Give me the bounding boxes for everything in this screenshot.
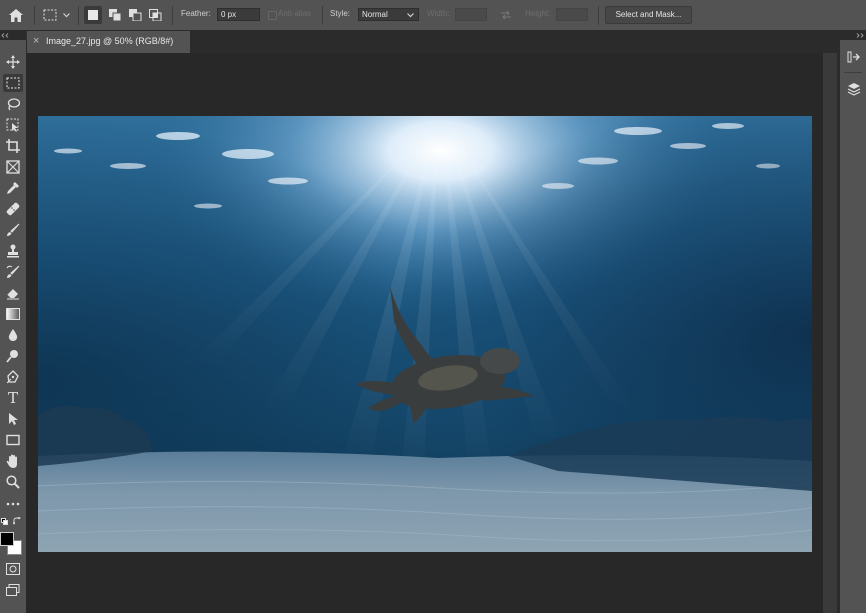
path-select-icon: [9, 413, 18, 425]
tool-preset-picker[interactable]: [40, 6, 72, 24]
eyedropper-icon: [7, 182, 19, 194]
width-input[interactable]: [455, 8, 487, 21]
select-and-mask-button[interactable]: Select and Mask...: [605, 6, 692, 24]
new-selection-button[interactable]: [84, 6, 102, 24]
pen-icon: [6, 370, 19, 384]
new-selection-icon: [88, 10, 98, 20]
foreground-color-swatch[interactable]: [0, 532, 14, 546]
rectangle-tool[interactable]: [3, 431, 23, 449]
style-label: Style:: [330, 9, 351, 18]
home-icon: [9, 8, 23, 22]
zoom-tool[interactable]: [3, 473, 23, 491]
blur-icon: [8, 329, 18, 341]
eraser-icon: [6, 289, 19, 300]
style-select-value: Normal: [362, 10, 388, 19]
width-label: Width:: [427, 9, 450, 18]
document-image[interactable]: [38, 116, 812, 552]
move-icon: [6, 55, 20, 69]
history-brush-icon: [6, 265, 20, 278]
more-tools-button[interactable]: [3, 495, 23, 513]
more-tools-icon: [6, 502, 20, 506]
frame-tool[interactable]: [3, 158, 23, 176]
object-select-icon: [6, 118, 19, 132]
crop-tool[interactable]: [3, 137, 23, 155]
type-tool[interactable]: T: [3, 389, 23, 407]
collapse-arrows-icon[interactable]: [856, 33, 864, 38]
hand-tool[interactable]: [3, 452, 23, 470]
document-tab-title: Image_27.jpg @ 50% (RGB/8#): [46, 36, 174, 46]
underwater-turtle-photo: [38, 116, 812, 552]
anti-alias-label: Anti-alias: [278, 9, 311, 18]
chevron-down-icon: [407, 13, 414, 18]
document-tab[interactable]: × Image_27.jpg @ 50% (RGB/8#): [27, 31, 190, 53]
collapsed-panels: [840, 40, 866, 613]
feather-input[interactable]: 0 px: [217, 8, 260, 21]
swap-colors-icon[interactable]: [13, 517, 21, 525]
properties-panel-button[interactable]: [844, 80, 864, 98]
clone-stamp-tool[interactable]: [3, 242, 23, 260]
gradient-icon: [6, 308, 20, 320]
swap-arrows-icon: [501, 10, 511, 20]
frame-icon: [6, 160, 20, 174]
add-to-selection-button[interactable]: [106, 6, 124, 24]
healing-brush-tool[interactable]: [3, 200, 23, 218]
properties-icon: [847, 83, 861, 96]
move-tool[interactable]: [3, 53, 23, 71]
anti-alias-checkbox[interactable]: [268, 11, 277, 20]
object-select-tool[interactable]: [3, 116, 23, 134]
blur-tool[interactable]: [3, 326, 23, 344]
style-select[interactable]: Normal: [358, 8, 419, 21]
clone-stamp-icon: [7, 244, 19, 258]
gradient-tool[interactable]: [3, 305, 23, 323]
history-panel-button[interactable]: [844, 48, 864, 66]
history-brush-tool[interactable]: [3, 263, 23, 281]
tools-panel: T: [0, 40, 27, 613]
marquee-tool[interactable]: [3, 74, 23, 92]
type-icon: T: [7, 389, 18, 407]
dodge-tool[interactable]: [3, 347, 23, 365]
subtract-from-selection-button[interactable]: [126, 6, 144, 24]
feather-label: Feather:: [181, 9, 211, 18]
zoom-icon: [6, 475, 20, 489]
path-selection-tool[interactable]: [3, 410, 23, 428]
dodge-icon: [6, 350, 18, 363]
options-bar: Feather: 0 px Anti-alias Style: Normal W…: [0, 0, 866, 31]
subtract-from-selection-icon: [129, 9, 142, 21]
rectangle-icon: [6, 434, 20, 446]
hand-icon: [6, 454, 17, 468]
quick-mask-button[interactable]: [3, 560, 23, 578]
vertical-scrollbar[interactable]: [823, 53, 837, 613]
lasso-icon: [7, 98, 20, 111]
collapse-arrows-icon[interactable]: [1, 33, 9, 38]
crop-icon: [6, 139, 20, 153]
home-button[interactable]: [6, 6, 26, 24]
lasso-tool[interactable]: [3, 95, 23, 113]
eyedropper-tool[interactable]: [3, 179, 23, 197]
screen-mode-button[interactable]: [3, 581, 23, 599]
healing-brush-icon: [6, 202, 20, 216]
close-tab-icon[interactable]: ×: [33, 35, 39, 47]
brush-icon: [7, 223, 20, 236]
add-to-selection-icon: [109, 9, 122, 21]
select-and-mask-label: Select and Mask...: [615, 10, 682, 19]
quick-mask-icon: [6, 563, 20, 575]
toolbar-header: [0, 31, 26, 40]
brush-tool[interactable]: [3, 221, 23, 239]
intersect-selection-button[interactable]: [146, 6, 164, 24]
screen-mode-icon: [6, 584, 20, 596]
pen-tool[interactable]: [3, 368, 23, 386]
intersect-selection-icon: [149, 9, 162, 21]
default-colors-icon[interactable]: [1, 518, 8, 525]
history-icon: [847, 51, 860, 63]
swap-dimensions-button[interactable]: [497, 7, 515, 23]
height-input[interactable]: [556, 8, 588, 21]
height-label: Height:: [525, 9, 551, 18]
marquee-icon: [6, 77, 20, 89]
eraser-tool[interactable]: [3, 284, 23, 302]
marquee-icon: [43, 9, 57, 21]
chevron-down-icon: [63, 13, 70, 18]
